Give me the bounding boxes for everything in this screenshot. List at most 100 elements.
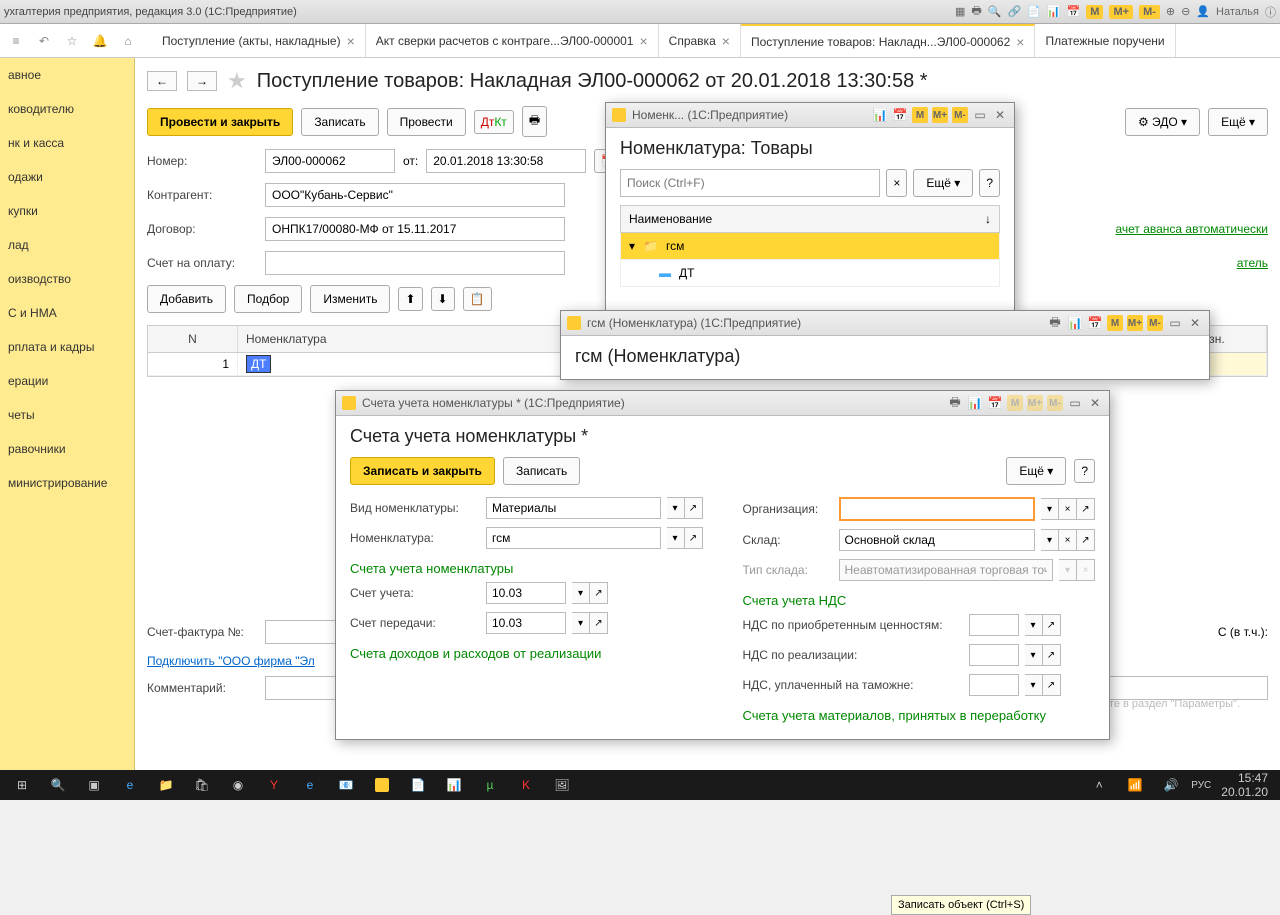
sidebar-item-operations[interactable]: ерации bbox=[0, 364, 134, 398]
close-icon[interactable]: ✕ bbox=[1187, 315, 1203, 331]
nav-back-button[interactable]: ← bbox=[147, 71, 177, 91]
invoice-input[interactable] bbox=[265, 251, 565, 275]
sidebar-item-directories[interactable]: равочники bbox=[0, 432, 134, 466]
torrent-icon[interactable]: µ bbox=[474, 773, 506, 797]
m-plus-button[interactable]: M+ bbox=[1127, 315, 1143, 331]
date-input[interactable] bbox=[426, 149, 586, 173]
edit-button[interactable]: Изменить bbox=[310, 285, 390, 313]
transfer-input[interactable] bbox=[486, 612, 566, 634]
calendar-icon[interactable]: 📅 bbox=[892, 107, 908, 123]
close-icon[interactable]: ✕ bbox=[992, 107, 1008, 123]
chrome-icon[interactable]: ◉ bbox=[222, 773, 254, 797]
tab-goods-receipt[interactable]: Поступление товаров: Накладн...ЭЛ00-0000… bbox=[741, 24, 1036, 57]
m-minus-button[interactable]: M- bbox=[1139, 5, 1160, 19]
dropdown-icon[interactable]: ▾ bbox=[667, 497, 685, 519]
calc-icon[interactable]: 📊 bbox=[1067, 315, 1083, 331]
print-icon[interactable]: 🖶 bbox=[971, 2, 981, 21]
calendar-icon[interactable]: 📅 bbox=[1087, 315, 1103, 331]
post-close-button[interactable]: Провести и закрыть bbox=[147, 108, 293, 136]
organization-input[interactable] bbox=[839, 497, 1036, 521]
search-button[interactable]: 🔍 bbox=[42, 773, 74, 797]
open-icon[interactable]: ↗ bbox=[590, 582, 608, 604]
close-icon[interactable]: × bbox=[1016, 34, 1024, 50]
print-icon[interactable]: 🖶 bbox=[1047, 315, 1063, 331]
help-button[interactable]: ? bbox=[979, 169, 1000, 197]
warehouse-input[interactable] bbox=[839, 529, 1036, 551]
sidebar-item-purchases[interactable]: купки bbox=[0, 194, 134, 228]
language-indicator[interactable]: РУС bbox=[1191, 780, 1211, 791]
network-icon[interactable]: 📶 bbox=[1119, 773, 1151, 797]
taskview-button[interactable]: ▣ bbox=[78, 773, 110, 797]
info-icon[interactable]: ⓘ bbox=[1265, 4, 1276, 20]
app-icon[interactable]: 📄 bbox=[402, 773, 434, 797]
minimize-icon[interactable]: ▭ bbox=[972, 107, 988, 123]
m-minus-button[interactable]: M- bbox=[1147, 315, 1163, 331]
print-button[interactable]: 🖶 bbox=[522, 106, 547, 137]
calc-icon[interactable]: 📊 bbox=[438, 773, 470, 797]
favorite-icon[interactable]: ★ bbox=[227, 68, 247, 94]
sidebar-item-bank[interactable]: нк и касса bbox=[0, 126, 134, 160]
edo-button[interactable]: ⚙ ЭДО ▾ bbox=[1125, 108, 1200, 136]
sidebar-item-reports[interactable]: четы bbox=[0, 398, 134, 432]
grid-icon[interactable]: ▦ bbox=[955, 5, 965, 18]
edge-icon[interactable]: e bbox=[114, 773, 146, 797]
type-input[interactable] bbox=[486, 497, 661, 519]
sort-icon[interactable]: ↓ bbox=[985, 212, 991, 226]
dropdown-icon[interactable]: ▾ bbox=[1025, 674, 1043, 696]
tab-receipts[interactable]: Поступление (акты, накладные)× bbox=[152, 24, 366, 57]
1c-icon[interactable] bbox=[366, 773, 398, 797]
close-icon[interactable]: × bbox=[639, 33, 647, 49]
nomenclature-input[interactable] bbox=[486, 527, 661, 549]
tray-up-icon[interactable]: ˄ bbox=[1083, 773, 1115, 797]
save-button[interactable]: Записать bbox=[301, 108, 378, 136]
more-button[interactable]: Ещё ▾ bbox=[1006, 457, 1066, 485]
nomenclature-cell[interactable]: ДТ bbox=[246, 355, 271, 373]
bell-icon[interactable]: 🔔 bbox=[88, 29, 112, 53]
explorer-icon[interactable]: 📁 bbox=[150, 773, 182, 797]
sidebar-item-main[interactable]: авное bbox=[0, 58, 134, 92]
clear-icon[interactable]: × bbox=[1059, 529, 1077, 551]
m-button[interactable]: M bbox=[1086, 5, 1103, 19]
minimize-icon[interactable]: ▭ bbox=[1167, 315, 1183, 331]
calc-icon[interactable]: 📊 bbox=[1047, 5, 1061, 18]
dropdown-icon[interactable]: ▾ bbox=[1025, 644, 1043, 666]
sidebar-item-assets[interactable]: С и НМА bbox=[0, 296, 134, 330]
account-input[interactable] bbox=[486, 582, 566, 604]
open-icon[interactable]: ↗ bbox=[1043, 674, 1061, 696]
dropdown-icon[interactable]: ▾ bbox=[1041, 529, 1059, 551]
dropdown-icon[interactable]: ▾ bbox=[572, 582, 590, 604]
collapse-icon[interactable]: ▾ bbox=[629, 239, 635, 253]
advance-link[interactable]: ачет аванса автоматически bbox=[1115, 222, 1268, 236]
store-icon[interactable]: 🛍 bbox=[186, 773, 218, 797]
close-icon[interactable]: ✕ bbox=[1087, 395, 1103, 411]
help-button[interactable]: ? bbox=[1074, 459, 1095, 483]
list-item[interactable]: ▬ ДТ bbox=[620, 260, 1000, 287]
dropdown-icon[interactable]: ▾ bbox=[1041, 498, 1059, 520]
add-button[interactable]: Добавить bbox=[147, 285, 226, 313]
clear-icon[interactable]: × bbox=[1059, 498, 1077, 520]
save-button[interactable]: Записать bbox=[503, 457, 580, 485]
dropdown-icon[interactable]: ▾ bbox=[667, 527, 685, 549]
sidebar-item-manager[interactable]: ководителю bbox=[0, 92, 134, 126]
m-minus-button[interactable]: M- bbox=[952, 107, 968, 123]
app2-icon[interactable]: 🖼 bbox=[546, 773, 578, 797]
mail-icon[interactable]: 📧 bbox=[330, 773, 362, 797]
start-button[interactable]: ⊞ bbox=[6, 773, 38, 797]
save-close-button[interactable]: Записать и закрыть bbox=[350, 457, 495, 485]
move-up-button[interactable]: ⬆ bbox=[398, 287, 422, 311]
clock[interactable]: 15:47 20.01.20 bbox=[1215, 771, 1274, 799]
open-icon[interactable]: ↗ bbox=[1077, 498, 1095, 520]
calc-icon[interactable]: 📊 bbox=[872, 107, 888, 123]
sound-icon[interactable]: 🔊 bbox=[1155, 773, 1187, 797]
sidebar-item-sales[interactable]: одажи bbox=[0, 160, 134, 194]
post-button[interactable]: Провести bbox=[387, 108, 466, 136]
dt-kt-button[interactable]: ДтКт bbox=[474, 110, 514, 134]
tab-reconciliation[interactable]: Акт сверки расчетов с контраге...ЭЛ00-00… bbox=[366, 24, 659, 57]
link-icon[interactable]: 🔗 bbox=[1007, 5, 1021, 18]
calendar-icon[interactable]: 📅 bbox=[1067, 5, 1081, 18]
open-icon[interactable]: ↗ bbox=[1077, 529, 1095, 551]
back-icon[interactable]: ↶ bbox=[32, 29, 56, 53]
move-down-button[interactable]: ⬇ bbox=[431, 287, 455, 311]
calc-icon[interactable]: 📊 bbox=[967, 395, 983, 411]
home-icon[interactable]: ⌂ bbox=[116, 29, 140, 53]
